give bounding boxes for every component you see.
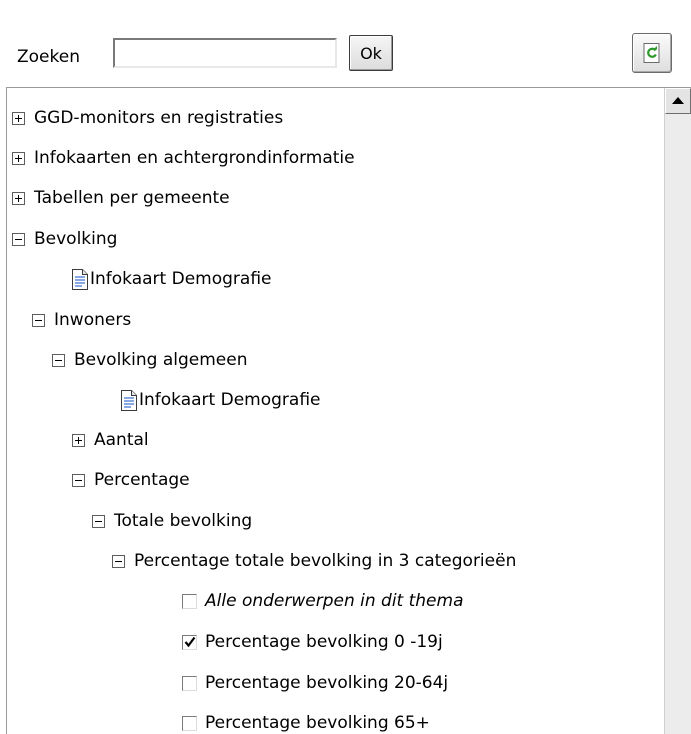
tree-node-aantal[interactable]: Aantal	[72, 427, 149, 453]
tree-node-inwoners[interactable]: Inwoners	[32, 307, 131, 333]
scroll-up-arrow-icon[interactable]	[665, 88, 691, 114]
document-icon	[72, 268, 88, 290]
checkbox[interactable]	[182, 715, 197, 731]
tree-node-label: Aantal	[94, 430, 149, 450]
tree-node-totale-bevolking[interactable]: Totale bevolking	[92, 508, 252, 534]
search-label: Zoeken	[17, 47, 80, 67]
checkbox[interactable]	[182, 675, 197, 691]
collapse-icon[interactable]	[52, 353, 65, 367]
tree-node-label: Percentage bevolking 65+	[205, 713, 430, 733]
tree-leaf-percentage-20-64j[interactable]: Percentage bevolking 20-64j	[182, 670, 448, 696]
collapse-icon[interactable]	[32, 313, 45, 327]
collapse-icon[interactable]	[92, 514, 105, 528]
tree-node-percentage[interactable]: Percentage	[72, 467, 190, 493]
expand-icon[interactable]	[12, 191, 25, 205]
checkmark-icon	[184, 636, 196, 647]
tree-node-label: Tabellen per gemeente	[34, 188, 230, 208]
tree-node-ggd-monitors[interactable]: GGD-monitors en registraties	[12, 105, 283, 131]
tree-node-label: Infokaarten en achtergrondinformatie	[34, 148, 355, 168]
expand-icon[interactable]	[12, 151, 25, 165]
collapse-icon[interactable]	[112, 554, 125, 568]
search-bar: Zoeken Ok	[0, 0, 691, 90]
tree-node-bevolking-algemeen[interactable]: Bevolking algemeen	[52, 347, 248, 373]
tree-node-label: Percentage	[94, 470, 190, 490]
tree-leaf-percentage-0-19j[interactable]: Percentage bevolking 0 -19j	[182, 629, 443, 655]
checkbox-checked[interactable]	[182, 634, 197, 650]
ok-button[interactable]: Ok	[349, 35, 393, 71]
tree-node-label: Bevolking	[34, 229, 118, 249]
tree-node-label: Percentage totale bevolking in 3 categor…	[134, 551, 517, 571]
search-input[interactable]	[113, 38, 337, 68]
tree-node-label: GGD-monitors en registraties	[34, 108, 284, 128]
tree-node-percentage-3-categorieen[interactable]: Percentage totale bevolking in 3 categor…	[112, 548, 516, 574]
tree-node-bevolking[interactable]: Bevolking	[12, 226, 117, 252]
tree-node-label: Totale bevolking	[114, 511, 253, 531]
tree-leaf-percentage-65plus[interactable]: Percentage bevolking 65+	[182, 710, 430, 734]
tree-node-label: Bevolking algemeen	[74, 350, 248, 370]
tree-leaf-infokaart-demografie[interactable]: Infokaart Demografie	[121, 387, 321, 413]
vertical-scrollbar[interactable]	[664, 88, 691, 734]
collapse-icon[interactable]	[72, 473, 85, 487]
tree-node-label: Percentage bevolking 20-64j	[205, 673, 449, 693]
checkbox[interactable]	[182, 593, 197, 609]
tree-node-label: Percentage bevolking 0 -19j	[205, 632, 443, 652]
tree-node-label: Infokaart Demografie	[90, 269, 272, 289]
refresh-icon	[643, 43, 660, 63]
tree-selector-panel: Zoeken Ok GGD-monitors en registraties I…	[0, 0, 691, 734]
tree-node-infokaarten[interactable]: Infokaarten en achtergrondinformatie	[12, 145, 355, 171]
tree-node-label: Inwoners	[54, 310, 132, 330]
tree-view: GGD-monitors en registraties Infokaarten…	[6, 87, 691, 734]
tree-node-label: Infokaart Demografie	[139, 390, 321, 410]
tree-node-label: Alle onderwerpen in dit thema	[205, 591, 464, 611]
collapse-icon[interactable]	[12, 232, 25, 246]
tree-leaf-infokaart-demografie[interactable]: Infokaart Demografie	[72, 266, 272, 292]
refresh-button[interactable]	[632, 33, 672, 73]
expand-icon[interactable]	[12, 111, 25, 125]
expand-icon[interactable]	[72, 433, 85, 447]
tree-leaf-alle-onderwerpen[interactable]: Alle onderwerpen in dit thema	[182, 588, 464, 614]
document-icon	[121, 389, 137, 411]
tree-node-tabellen[interactable]: Tabellen per gemeente	[12, 185, 230, 211]
